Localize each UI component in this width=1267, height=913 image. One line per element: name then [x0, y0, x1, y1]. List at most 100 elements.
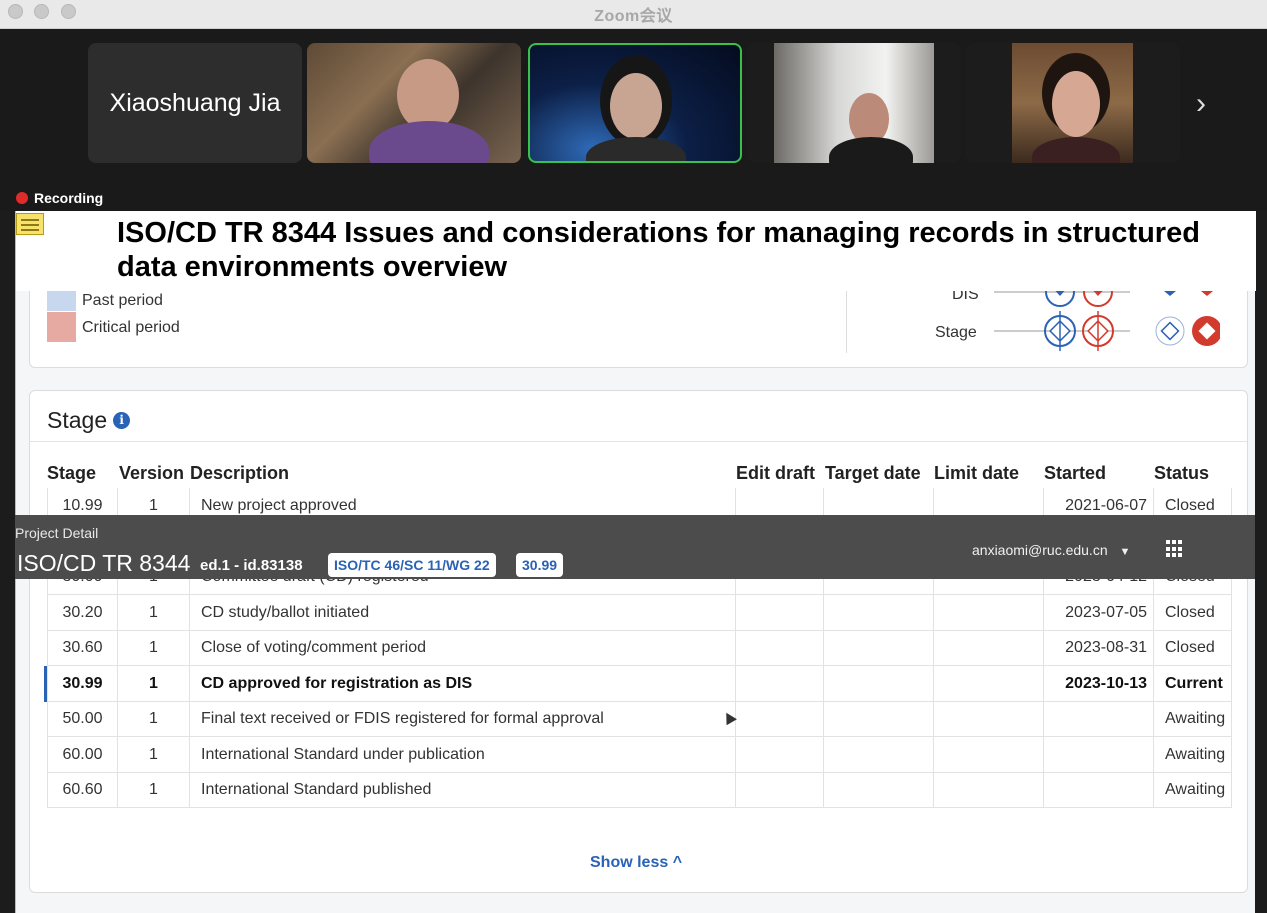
window-titlebar: Zoom会议: [0, 0, 1267, 29]
video-gallery: Xiaoshuang Jia ›: [0, 29, 1267, 211]
critical-period-swatch: [47, 312, 76, 342]
participant-head: [610, 73, 662, 139]
table-cell-edit-draft: [736, 736, 824, 773]
committee-badge[interactable]: ISO/TC 46/SC 11/WG 22: [328, 553, 496, 577]
table-cell-stage: 60.00: [47, 736, 118, 773]
table-cell-started: 2023-07-05: [1044, 594, 1154, 631]
record-dot-icon: [16, 192, 28, 204]
table-cell-stage: 50.00: [47, 701, 118, 737]
past-period-swatch: [47, 289, 76, 311]
participant-name: Xiaoshuang Jia: [109, 89, 281, 117]
col-header-target-date[interactable]: Target date: [825, 463, 921, 484]
participant-tile-name[interactable]: Xiaoshuang Jia: [88, 43, 302, 163]
table-row[interactable]: 60.00 1 International Standard under publi…: [47, 736, 1232, 773]
table-cell-status: Awaiting: [1154, 701, 1232, 737]
slide-title: ISO/CD TR 8344 Issues and considerations…: [117, 217, 1200, 283]
table-cell-limit-date: [934, 736, 1044, 773]
table-cell-edit-draft: [736, 630, 824, 666]
table-cell-limit-date: [934, 665, 1044, 702]
show-less-link[interactable]: Show less ^: [590, 854, 682, 872]
participant-head: [1052, 71, 1100, 137]
table-cell-version: 1: [118, 736, 190, 773]
caret-down-icon: ▼: [1119, 546, 1131, 558]
col-header-version[interactable]: Version: [119, 463, 184, 484]
table-cell-target-date: [824, 736, 934, 773]
table-cell-limit-date: [934, 701, 1044, 737]
participant-video-1[interactable]: [307, 43, 521, 163]
recording-indicator: Recording: [16, 190, 103, 206]
table-cell-description: International Standard under publication: [190, 736, 736, 773]
window-title: Zoom会议: [594, 8, 673, 25]
table-cell-target-date: [824, 594, 934, 631]
annotation-note-icon[interactable]: [16, 213, 44, 235]
participant-video-active[interactable]: [528, 43, 742, 163]
table-cell-edit-draft: [736, 772, 824, 808]
col-header-stage[interactable]: Stage: [47, 463, 96, 484]
table-cell-version: 1: [118, 665, 190, 702]
participant-video-4[interactable]: [966, 43, 1180, 163]
col-header-limit-date[interactable]: Limit date: [934, 463, 1019, 484]
legend-key-stage: Stage: [935, 324, 977, 341]
col-header-started[interactable]: Started: [1044, 463, 1106, 484]
table-cell-target-date: [824, 701, 934, 737]
table-cell-status: Awaiting: [1154, 772, 1232, 808]
table-cell-target-date: [824, 665, 934, 702]
table-row[interactable]: 60.60 1 International Standard published Aw…: [47, 772, 1232, 808]
table-cell-description: CD approved for registration as DIS: [190, 665, 736, 702]
table-cell-stage: 30.60: [47, 630, 118, 666]
past-period-label: Past period: [82, 292, 163, 309]
table-cell-stage: 30.20: [47, 594, 118, 631]
table-cell-status: Awaiting: [1154, 736, 1232, 773]
project-detail-bar: Project Detail ISO/CD TR 8344 ed.1 - id.…: [15, 515, 1255, 579]
table-cell-version: 1: [118, 594, 190, 631]
table-cell-version: 1: [118, 701, 190, 737]
stage-heading-text: Stage: [47, 407, 108, 433]
table-cell-started: 2023-10-13: [1044, 665, 1154, 702]
table-cell-edit-draft: [736, 701, 824, 737]
table-cell-version: 1: [118, 772, 190, 808]
table-cell-started: [1044, 736, 1154, 773]
participant-body: [586, 137, 686, 161]
table-cell-target-date: [824, 772, 934, 808]
table-cell-edit-draft: [736, 665, 824, 702]
table-cell-limit-date: [934, 594, 1044, 631]
table-row[interactable]: 50.00 1 Final text received or FDIS regist…: [47, 701, 1232, 737]
table-cell-description: Final text received or FDIS registered f…: [190, 701, 736, 737]
project-edition: ed.1 - id.83138: [200, 557, 303, 574]
table-cell-started: [1044, 701, 1154, 737]
table-cell-started: [1044, 772, 1154, 808]
table-row[interactable]: 30.20 1 CD study/ballot initiated 2023-07-0…: [47, 594, 1232, 631]
stage-heading: Stage i: [47, 407, 131, 434]
table-cell-edit-draft: [736, 594, 824, 631]
participant-body: [369, 121, 489, 163]
stage-divider: [30, 441, 1247, 442]
table-cell-stage: 60.60: [47, 772, 118, 808]
table-cell-stage: 30.99: [47, 665, 118, 702]
stage-badge[interactable]: 30.99: [516, 553, 564, 577]
info-icon[interactable]: i: [113, 412, 131, 429]
participant-video-3[interactable]: [747, 43, 961, 163]
table-cell-description: CD study/ballot initiated: [190, 594, 736, 631]
user-menu[interactable]: anxiaomi@ruc.edu.cn ▼: [972, 542, 1130, 558]
table-cell-limit-date: [934, 772, 1044, 808]
table-cell-description: International Standard published: [190, 772, 736, 808]
table-cell-status: Closed: [1154, 594, 1232, 631]
table-cell-target-date: [824, 630, 934, 666]
table-row[interactable]: 30.60 1 Close of voting/comment period 2023…: [47, 630, 1232, 666]
table-cell-version: 1: [118, 630, 190, 666]
col-header-edit-draft[interactable]: Edit draft: [736, 463, 815, 484]
legend-divider: [846, 291, 847, 353]
stage-card: Stage i Stage Version Description Edit d…: [29, 390, 1248, 893]
table-row[interactable]: 30.99 1 CD approved for registration as DI…: [44, 665, 1232, 702]
col-header-status[interactable]: Status: [1154, 463, 1209, 484]
table-cell-started: 2023-08-31: [1044, 630, 1154, 666]
user-email: anxiaomi@ruc.edu.cn: [972, 542, 1108, 558]
chevron-right-icon[interactable]: ›: [1196, 87, 1206, 121]
legend-symbols: [994, 279, 1220, 351]
critical-period-label: Critical period: [82, 319, 180, 336]
col-header-description[interactable]: Description: [190, 463, 289, 484]
table-cell-description: Close of voting/comment period: [190, 630, 736, 666]
table-cell-status: Current: [1154, 665, 1232, 702]
project-detail-label: Project Detail: [15, 525, 99, 541]
grid-icon[interactable]: [1166, 540, 1184, 558]
